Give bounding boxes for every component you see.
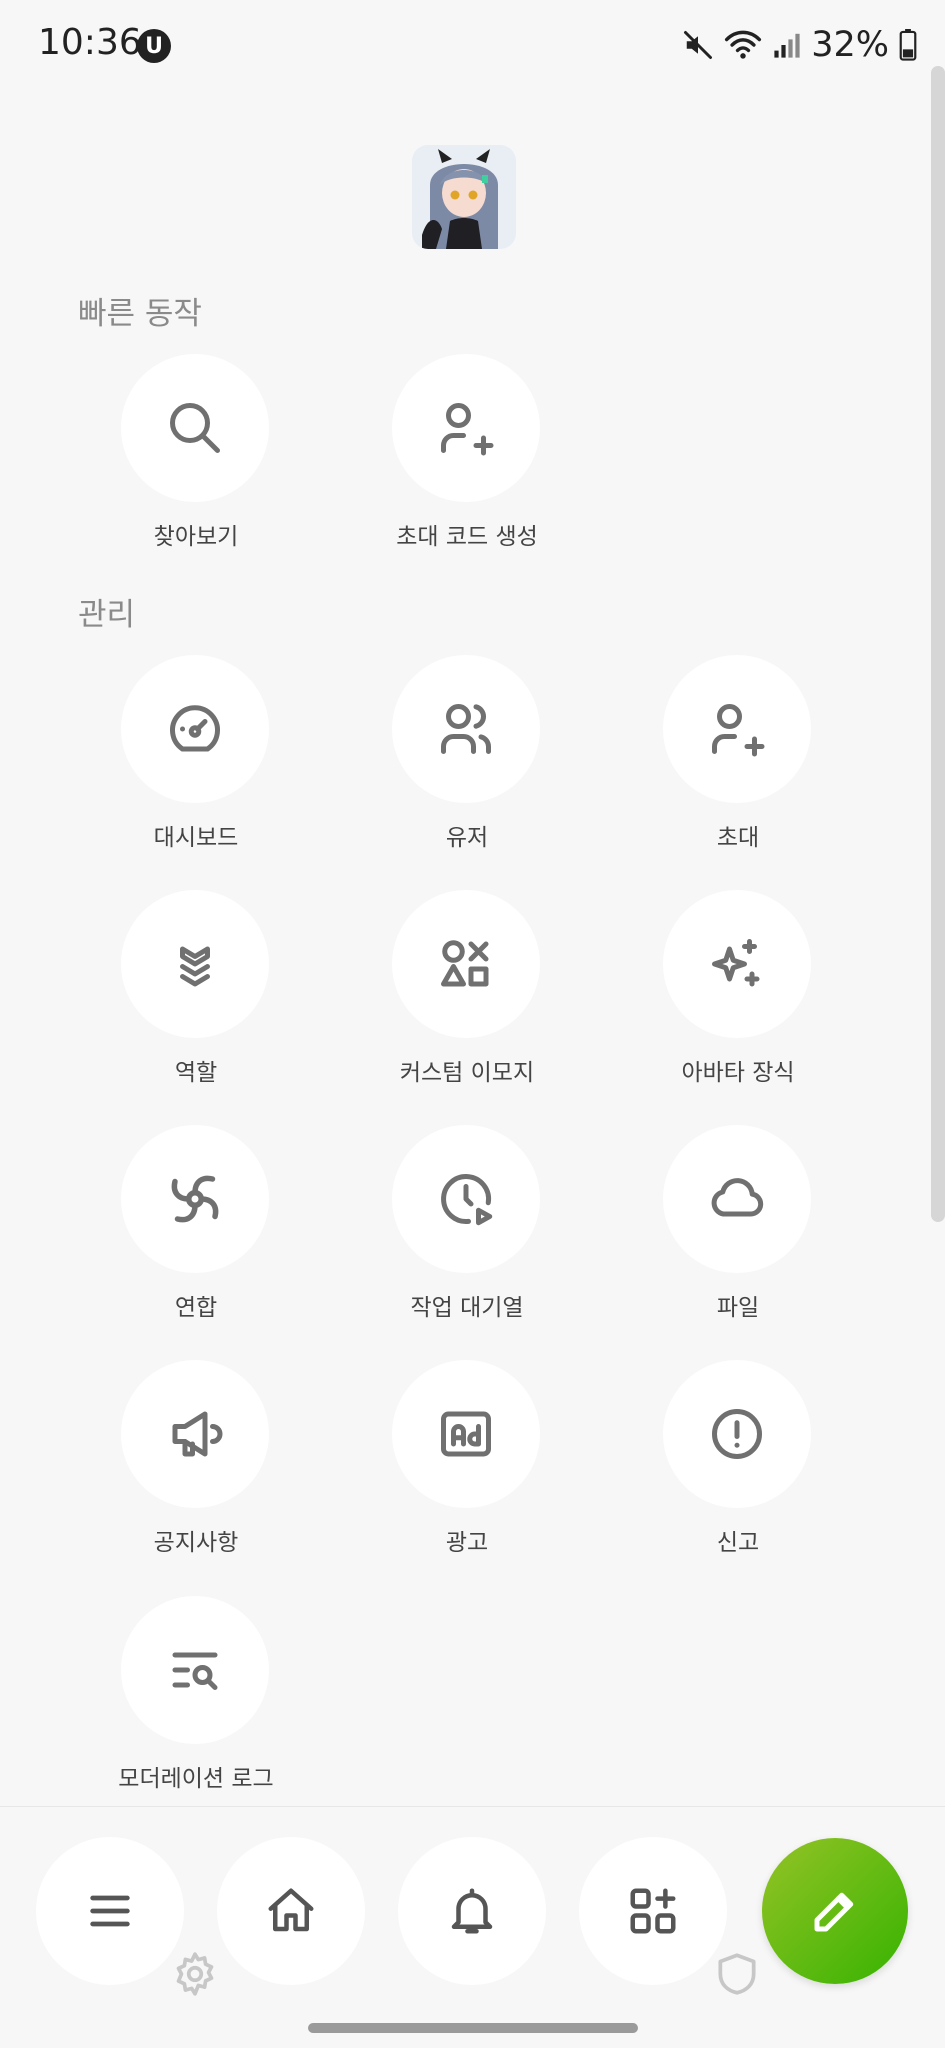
tile-users[interactable]: 유저 [332,655,602,855]
shapes-icon [441,940,489,987]
bell-icon [451,1888,493,1934]
user-plus-icon [712,704,765,757]
list-search-icon [172,1652,218,1690]
mute-icon [684,31,713,59]
tile-label: 모더레이션 로그 [118,1766,274,1792]
tile-avatar-decorations[interactable]: 아바타 장식 [603,890,873,1090]
tile-files-circle[interactable] [663,1125,811,1273]
notification-badge: U [137,29,171,63]
tile-label: 공지사항 [153,1530,239,1556]
tile-roles-circle[interactable] [121,890,269,1038]
tile-custom-emoji-circle[interactable] [392,890,540,1038]
tile-label: 연합 [174,1295,218,1321]
chevrons-badge-icon [180,946,210,987]
tile-announcements[interactable]: 공지사항 [61,1360,331,1560]
section-title-management: 관리 [78,597,136,633]
tile-label: 초대 [716,825,760,851]
tile-label: 초대 코드 생성 [396,524,538,550]
tile-invites[interactable]: 초대 [603,655,873,855]
tile-custom-emoji[interactable]: 커스텀 이모지 [332,890,602,1090]
home-icon [268,1888,314,1932]
tile-files[interactable]: 파일 [603,1125,873,1325]
scrollbar[interactable] [931,66,945,1222]
federation-swirl-icon [171,1175,219,1223]
users-icon [441,704,491,754]
tile-avatar-decorations-circle[interactable] [663,890,811,1038]
menu-icon [90,1895,130,1927]
alert-circle-icon [712,1409,762,1459]
tile-reports[interactable]: 신고 [603,1360,873,1560]
tile-federation[interactable]: 연합 [61,1125,331,1325]
tile-label: 파일 [716,1295,760,1321]
tile-label: 유저 [445,825,489,851]
tile-moderation-log-circle[interactable] [121,1596,269,1744]
ad-icon [441,1411,491,1457]
tile-federation-circle[interactable] [121,1125,269,1273]
tile-browse-circle[interactable] [121,354,269,502]
tile-label: 신고 [716,1530,760,1556]
nav-home-button[interactable] [217,1837,365,1985]
nav-notifications-button[interactable] [398,1837,546,1985]
compose-fab[interactable] [762,1838,908,1984]
search-icon [170,403,220,453]
tile-ads[interactable]: 광고 [332,1360,602,1560]
tile-browse[interactable]: 찾아보기 [61,354,331,554]
shield-icon [718,1953,756,1995]
gauge-icon [170,705,220,752]
tile-users-circle[interactable] [392,655,540,803]
nav-menu-button[interactable] [36,1837,184,1985]
tile-create-invite-code-circle[interactable] [392,354,540,502]
battery-percent: 32% [811,25,889,65]
user-plus-icon [441,403,494,456]
tile-roles[interactable]: 역할 [61,890,331,1090]
tile-invites-circle[interactable] [663,655,811,803]
tile-label: 찾아보기 [153,524,239,550]
tile-moderation-log[interactable]: 모더레이션 로그 [61,1596,331,1796]
sparkles-icon [712,939,760,987]
status-bar: 10:36 U 32% [0,0,945,92]
tile-job-queue-circle[interactable] [392,1125,540,1273]
tile-label: 작업 대기열 [410,1295,524,1321]
section-title-quick-actions: 빠른 동작 [78,296,202,332]
tile-label: 광고 [445,1530,489,1556]
widgets-icon [630,1888,676,1934]
tile-ads-circle[interactable] [392,1360,540,1508]
battery-icon [899,29,917,61]
tile-label: 대시보드 [153,825,239,851]
bottom-nav [0,1807,945,2048]
wifi-icon [725,30,762,59]
tile-label: 커스텀 이모지 [399,1060,535,1086]
clock-play-icon [441,1174,493,1226]
tile-label: 역할 [174,1060,218,1086]
status-time: 10:36 [38,22,142,63]
tile-job-queue[interactable]: 작업 대기열 [332,1125,602,1325]
tile-label: 아바타 장식 [681,1060,795,1086]
tile-announcements-circle[interactable] [121,1360,269,1508]
tile-dashboard[interactable]: 대시보드 [61,655,331,855]
signal-icon [774,33,800,58]
nav-widgets-button[interactable] [579,1837,727,1985]
megaphone-icon [172,1411,223,1457]
gear-icon [176,1952,214,1996]
tile-reports-circle[interactable] [663,1360,811,1508]
home-indicator[interactable] [308,2023,638,2033]
status-icons: 32% [683,22,917,68]
tile-dashboard-circle[interactable] [121,655,269,803]
avatar-image [412,145,516,249]
cloud-icon [711,1178,764,1217]
avatar[interactable] [412,145,516,249]
pencil-icon [814,1892,854,1932]
tile-create-invite-code[interactable]: 초대 코드 생성 [332,354,602,554]
